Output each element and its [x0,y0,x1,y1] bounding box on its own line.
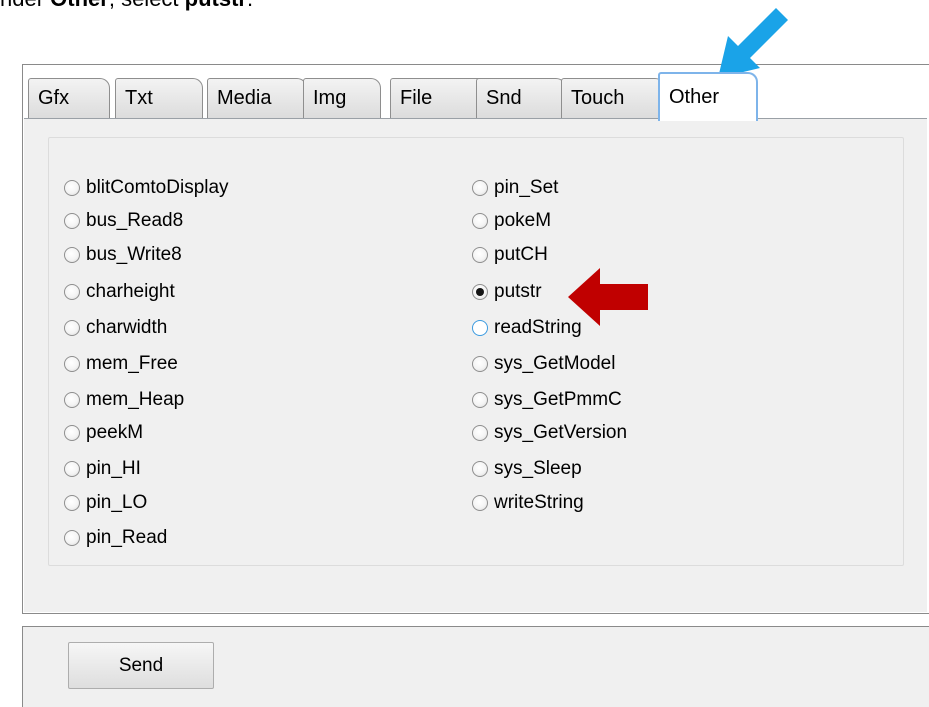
option-charheight[interactable]: charheight [64,277,175,307]
radio-icon[interactable] [472,461,488,477]
radio-icon[interactable] [472,392,488,408]
instruction-middle: , select [109,0,185,11]
option-blitcomtodisplay[interactable]: blitComtoDisplay [64,173,229,203]
tab-other[interactable]: Other [658,72,758,121]
option-mem-free[interactable]: mem_Free [64,349,178,379]
option-label: pokeM [494,210,552,231]
radio-icon[interactable] [472,425,488,441]
radio-icon[interactable] [472,495,488,511]
option-label: pin_Read [86,527,168,548]
option-label: putCH [494,244,548,265]
option-mem-heap[interactable]: mem_Heap [64,385,184,415]
radio-icon[interactable] [64,247,80,263]
tab-media[interactable]: Media [207,78,307,118]
tab-img[interactable]: Img [303,78,381,118]
option-label: pin_LO [86,492,148,513]
send-button[interactable]: Send [68,642,214,689]
tab-touch[interactable]: Touch [561,78,665,118]
instruction-suffix: . [247,0,253,11]
tab-txt[interactable]: Txt [115,78,203,118]
radio-icon[interactable] [64,530,80,546]
option-label: mem_Heap [86,389,185,410]
option-label: peekM [86,422,144,443]
radio-icon[interactable] [472,213,488,229]
radio-icon[interactable] [64,284,80,300]
radio-icon[interactable] [64,356,80,372]
option-pin-hi[interactable]: pin_HI [64,454,141,484]
option-label: pin_HI [86,458,141,479]
option-label: charheight [86,281,175,302]
option-sys-getpmmc[interactable]: sys_GetPmmC [472,385,622,415]
instruction-text: nder Other, select putstr. [0,0,253,12]
option-pin-set[interactable]: pin_Set [472,173,558,203]
option-label: putstr [494,281,542,302]
radio-icon[interactable] [64,495,80,511]
option-putch[interactable]: putCH [472,240,548,270]
option-bus-read8[interactable]: bus_Read8 [64,206,183,236]
radio-icon[interactable] [472,180,488,196]
instruction-item-word: putstr [185,0,247,11]
option-sys-getversion[interactable]: sys_GetVersion [472,418,627,448]
instruction-prefix: nder [0,0,50,11]
option-pokem[interactable]: pokeM [472,206,551,236]
option-label: pin_Set [494,177,559,198]
tab-file[interactable]: File [390,78,488,118]
option-sys-sleep[interactable]: sys_Sleep [472,454,582,484]
option-charwidth[interactable]: charwidth [64,313,167,343]
tab-gfx[interactable]: Gfx [28,78,110,118]
option-sys-getmodel[interactable]: sys_GetModel [472,349,615,379]
radio-icon[interactable] [64,392,80,408]
option-putstr[interactable]: putstr [472,277,542,307]
tab-snd[interactable]: Snd [476,78,566,118]
annotation-arrow-red-icon [568,268,648,326]
radio-icon[interactable] [64,425,80,441]
instruction-tab-word: Other [50,0,109,11]
radio-selected-icon[interactable] [472,284,488,300]
radio-icon[interactable] [472,247,488,263]
option-label: mem_Free [86,353,178,374]
option-writestring[interactable]: writeString [472,488,584,518]
option-pin-read[interactable]: pin_Read [64,523,167,553]
option-pin-lo[interactable]: pin_LO [64,488,147,518]
option-bus-write8[interactable]: bus_Write8 [64,240,182,270]
option-label: charwidth [86,317,168,338]
radio-icon[interactable] [472,320,488,336]
arrow-red-shape [568,268,648,326]
option-label: sys_GetVersion [494,422,628,443]
radio-dot-icon [476,288,484,296]
option-label: bus_Read8 [86,210,184,231]
arrow-blue-shape [718,8,788,78]
radio-icon[interactable] [64,461,80,477]
option-label: blitComtoDisplay [86,177,229,198]
tab-strip: Gfx Txt Media Img File Snd Touch Other [28,72,788,121]
option-label: sys_GetPmmC [494,389,622,410]
option-label: bus_Write8 [86,244,182,265]
radio-icon[interactable] [64,320,80,336]
radio-icon[interactable] [64,213,80,229]
radio-icon[interactable] [472,356,488,372]
option-peekm[interactable]: peekM [64,418,143,448]
option-label: sys_Sleep [494,458,582,479]
option-label: writeString [494,492,584,513]
radio-icon[interactable] [64,180,80,196]
option-label: sys_GetModel [494,353,616,374]
